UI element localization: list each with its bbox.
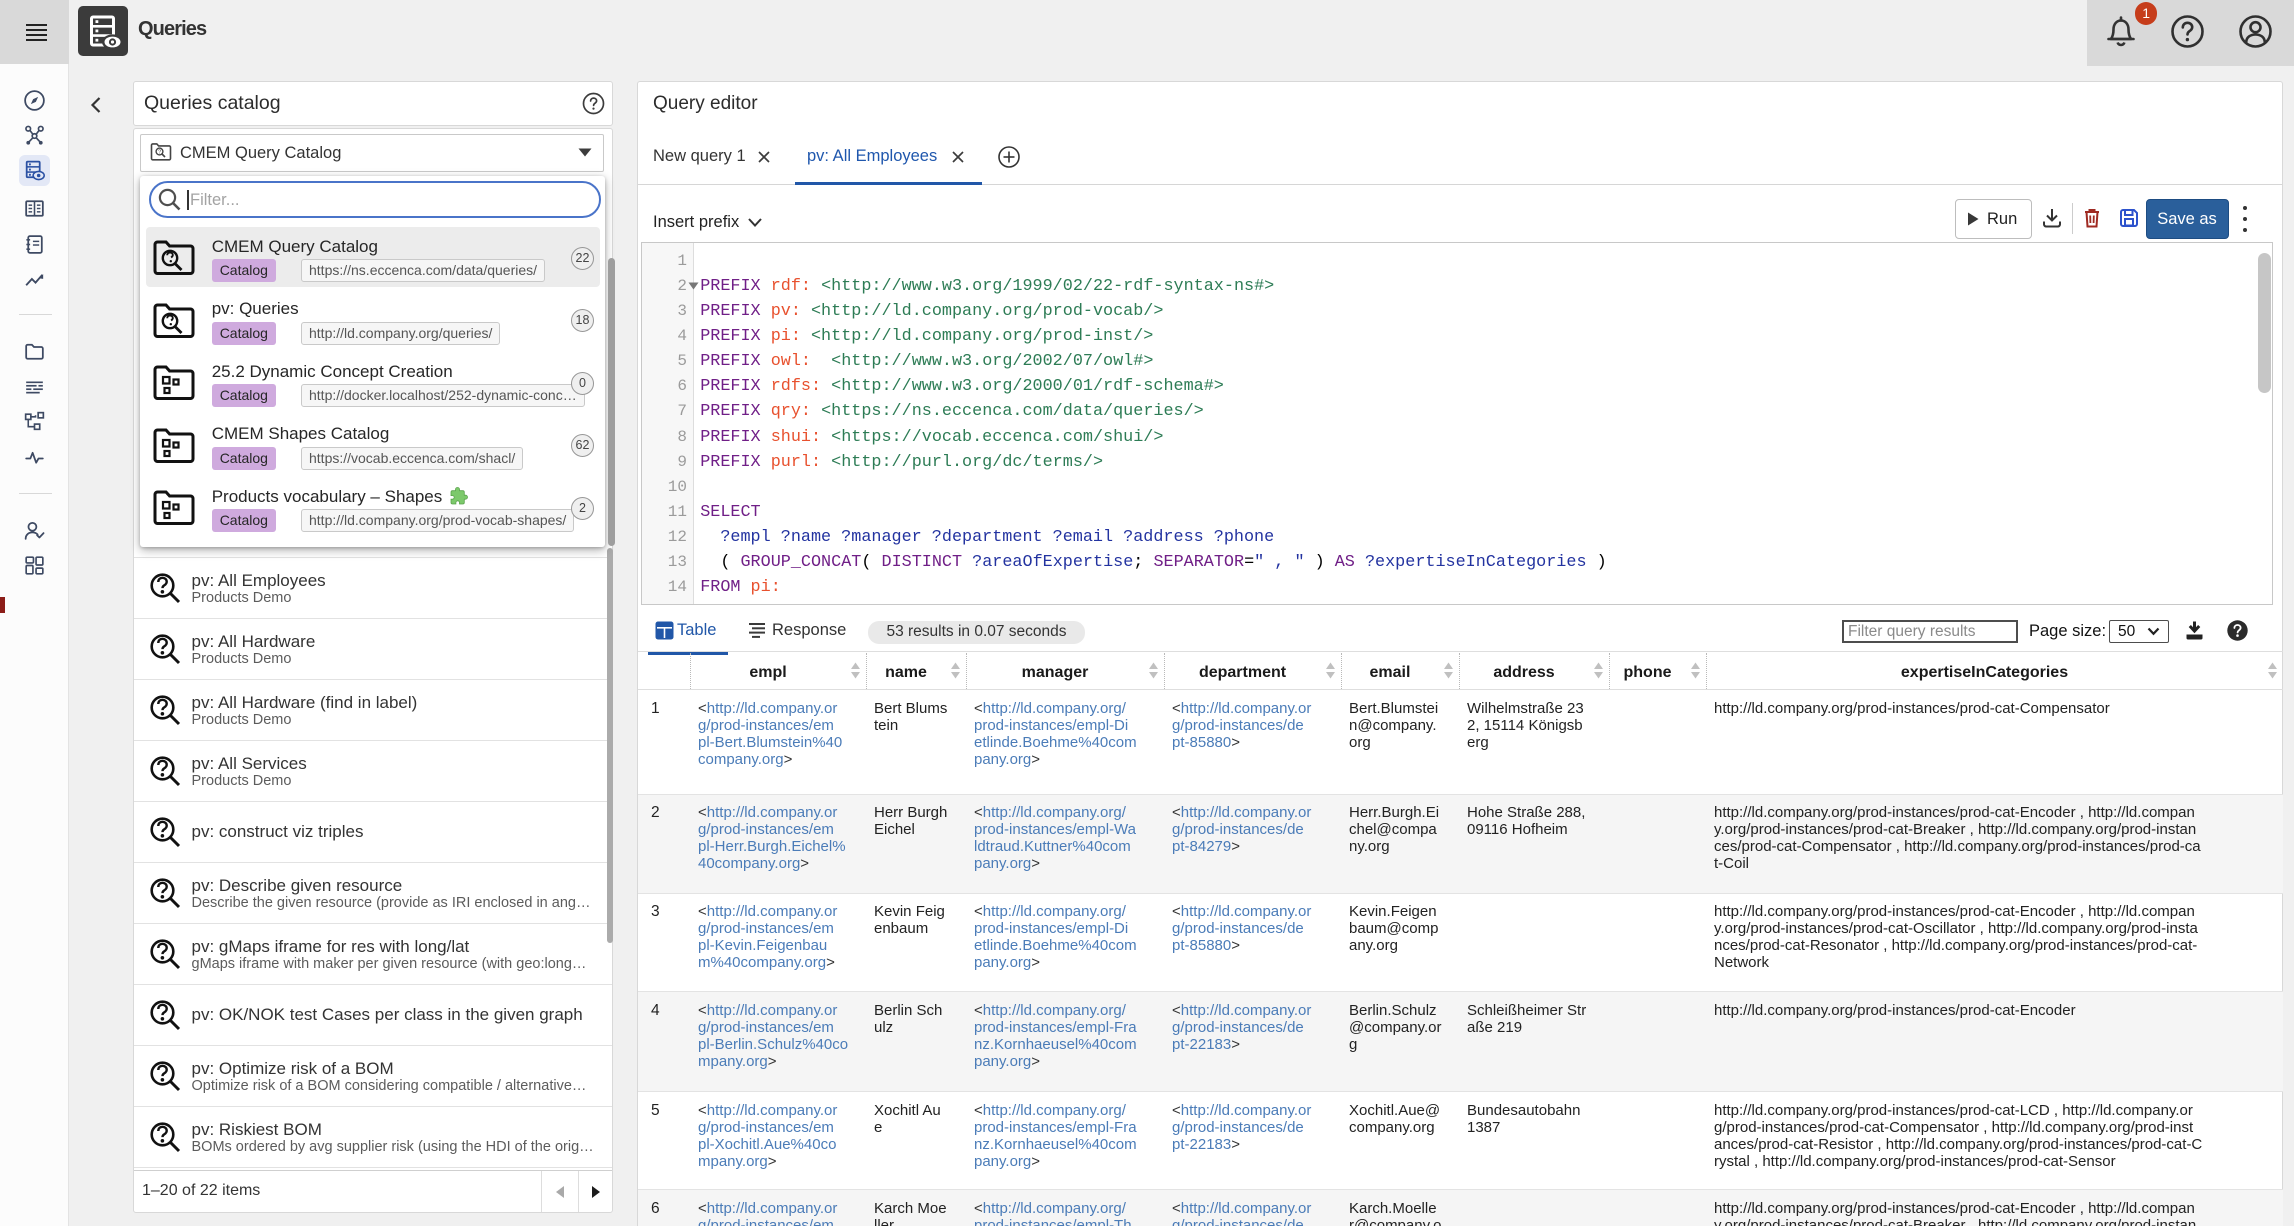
- svg-text:?: ?: [158, 149, 161, 155]
